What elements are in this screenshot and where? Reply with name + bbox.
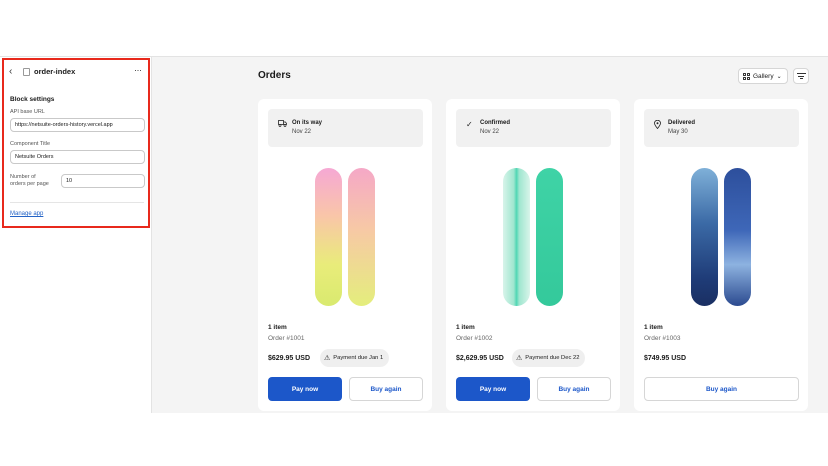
section-title: Block settings — [10, 96, 55, 103]
snowboard-image — [315, 168, 342, 306]
payment-note: Payment due Dec 22 — [525, 355, 580, 361]
order-card: Delivered May 30 1 item Order #1003 $749… — [634, 99, 808, 411]
manage-app-link[interactable]: Manage app — [10, 211, 43, 217]
view-selector[interactable]: Gallery ⌄ — [738, 68, 788, 84]
order-number: Order #1002 — [456, 335, 493, 342]
orders-per-page-input[interactable]: 10 — [61, 174, 145, 188]
snowboard-image — [536, 168, 563, 306]
more-options-icon[interactable]: ··· — [134, 65, 142, 75]
api-base-url-input[interactable]: https://netsuite-orders-history.vercel.a… — [10, 118, 145, 132]
snowboard-image — [348, 168, 375, 306]
filter-icon[interactable] — [793, 68, 809, 84]
check-icon: ✓ — [466, 120, 473, 129]
orders-per-page-label-line2: orders per page — [10, 181, 49, 187]
sidebar: ‹ order-index ··· Block settings API bas… — [0, 57, 152, 413]
document-icon — [23, 68, 30, 76]
status-date: May 30 — [668, 129, 688, 135]
buy-again-button[interactable]: Buy again — [537, 377, 611, 401]
buy-again-button[interactable]: Buy again — [349, 377, 423, 401]
warning-icon: ⚠ — [516, 355, 523, 362]
order-price: $749.95 USD — [644, 355, 687, 362]
order-number: Order #1003 — [644, 335, 681, 342]
panel-header: ‹ order-index ··· — [4, 60, 148, 86]
divider — [10, 202, 144, 203]
payment-badge: ⚠ Payment due Dec 22 — [512, 349, 586, 367]
status-date: Nov 22 — [292, 129, 312, 135]
app-frame: ‹ order-index ··· Block settings API bas… — [0, 56, 828, 413]
back-icon[interactable]: ‹ — [9, 66, 12, 77]
pay-now-button[interactable]: Pay now — [268, 377, 342, 401]
panel-title: order-index — [34, 67, 76, 76]
chevron-down-icon: ⌄ — [776, 73, 782, 80]
status-title: Delivered — [668, 120, 696, 126]
order-status: ✓ Confirmed Nov 22 — [456, 109, 611, 147]
snowboard-image — [691, 168, 718, 306]
component-title-label: Component Title — [10, 141, 51, 147]
order-price: $629.95 USD — [268, 355, 311, 362]
buy-again-button[interactable]: Buy again — [644, 377, 799, 401]
orders-per-page-label-line1: Number of — [10, 174, 36, 180]
order-status: Delivered May 30 — [644, 109, 799, 147]
main-area: Orders Gallery ⌄ On its way Nov 22 1 ite… — [152, 57, 828, 413]
view-selector-label: Gallery — [753, 72, 774, 80]
status-title: Confirmed — [480, 120, 510, 126]
order-price: $2,629.95 USD — [456, 355, 504, 362]
snowboard-image — [503, 168, 530, 306]
order-card: On its way Nov 22 1 item Order #1001 $62… — [258, 99, 432, 411]
payment-badge: ⚠ Payment due Jan 1 — [320, 349, 390, 367]
order-card: ✓ Confirmed Nov 22 1 item Order #1002 $2… — [446, 99, 620, 411]
status-title: On its way — [292, 120, 323, 126]
item-count: 1 item — [456, 324, 475, 331]
api-base-url-label: API base URL — [10, 109, 45, 115]
location-pin-icon — [654, 120, 661, 129]
pay-now-button[interactable]: Pay now — [456, 377, 530, 401]
truck-icon — [278, 120, 287, 127]
payment-note: Payment due Jan 1 — [333, 355, 384, 361]
order-status: On its way Nov 22 — [268, 109, 423, 147]
snowboard-image — [724, 168, 751, 306]
component-title-input[interactable]: Netsuite Orders — [10, 150, 145, 164]
warning-icon: ⚠ — [324, 355, 331, 362]
block-settings-panel: ‹ order-index ··· Block settings API bas… — [2, 58, 150, 228]
status-date: Nov 22 — [480, 129, 500, 135]
order-number: Order #1001 — [268, 335, 305, 342]
item-count: 1 item — [644, 324, 663, 331]
page-title: Orders — [258, 70, 291, 81]
grid-icon — [743, 72, 750, 80]
item-count: 1 item — [268, 324, 287, 331]
